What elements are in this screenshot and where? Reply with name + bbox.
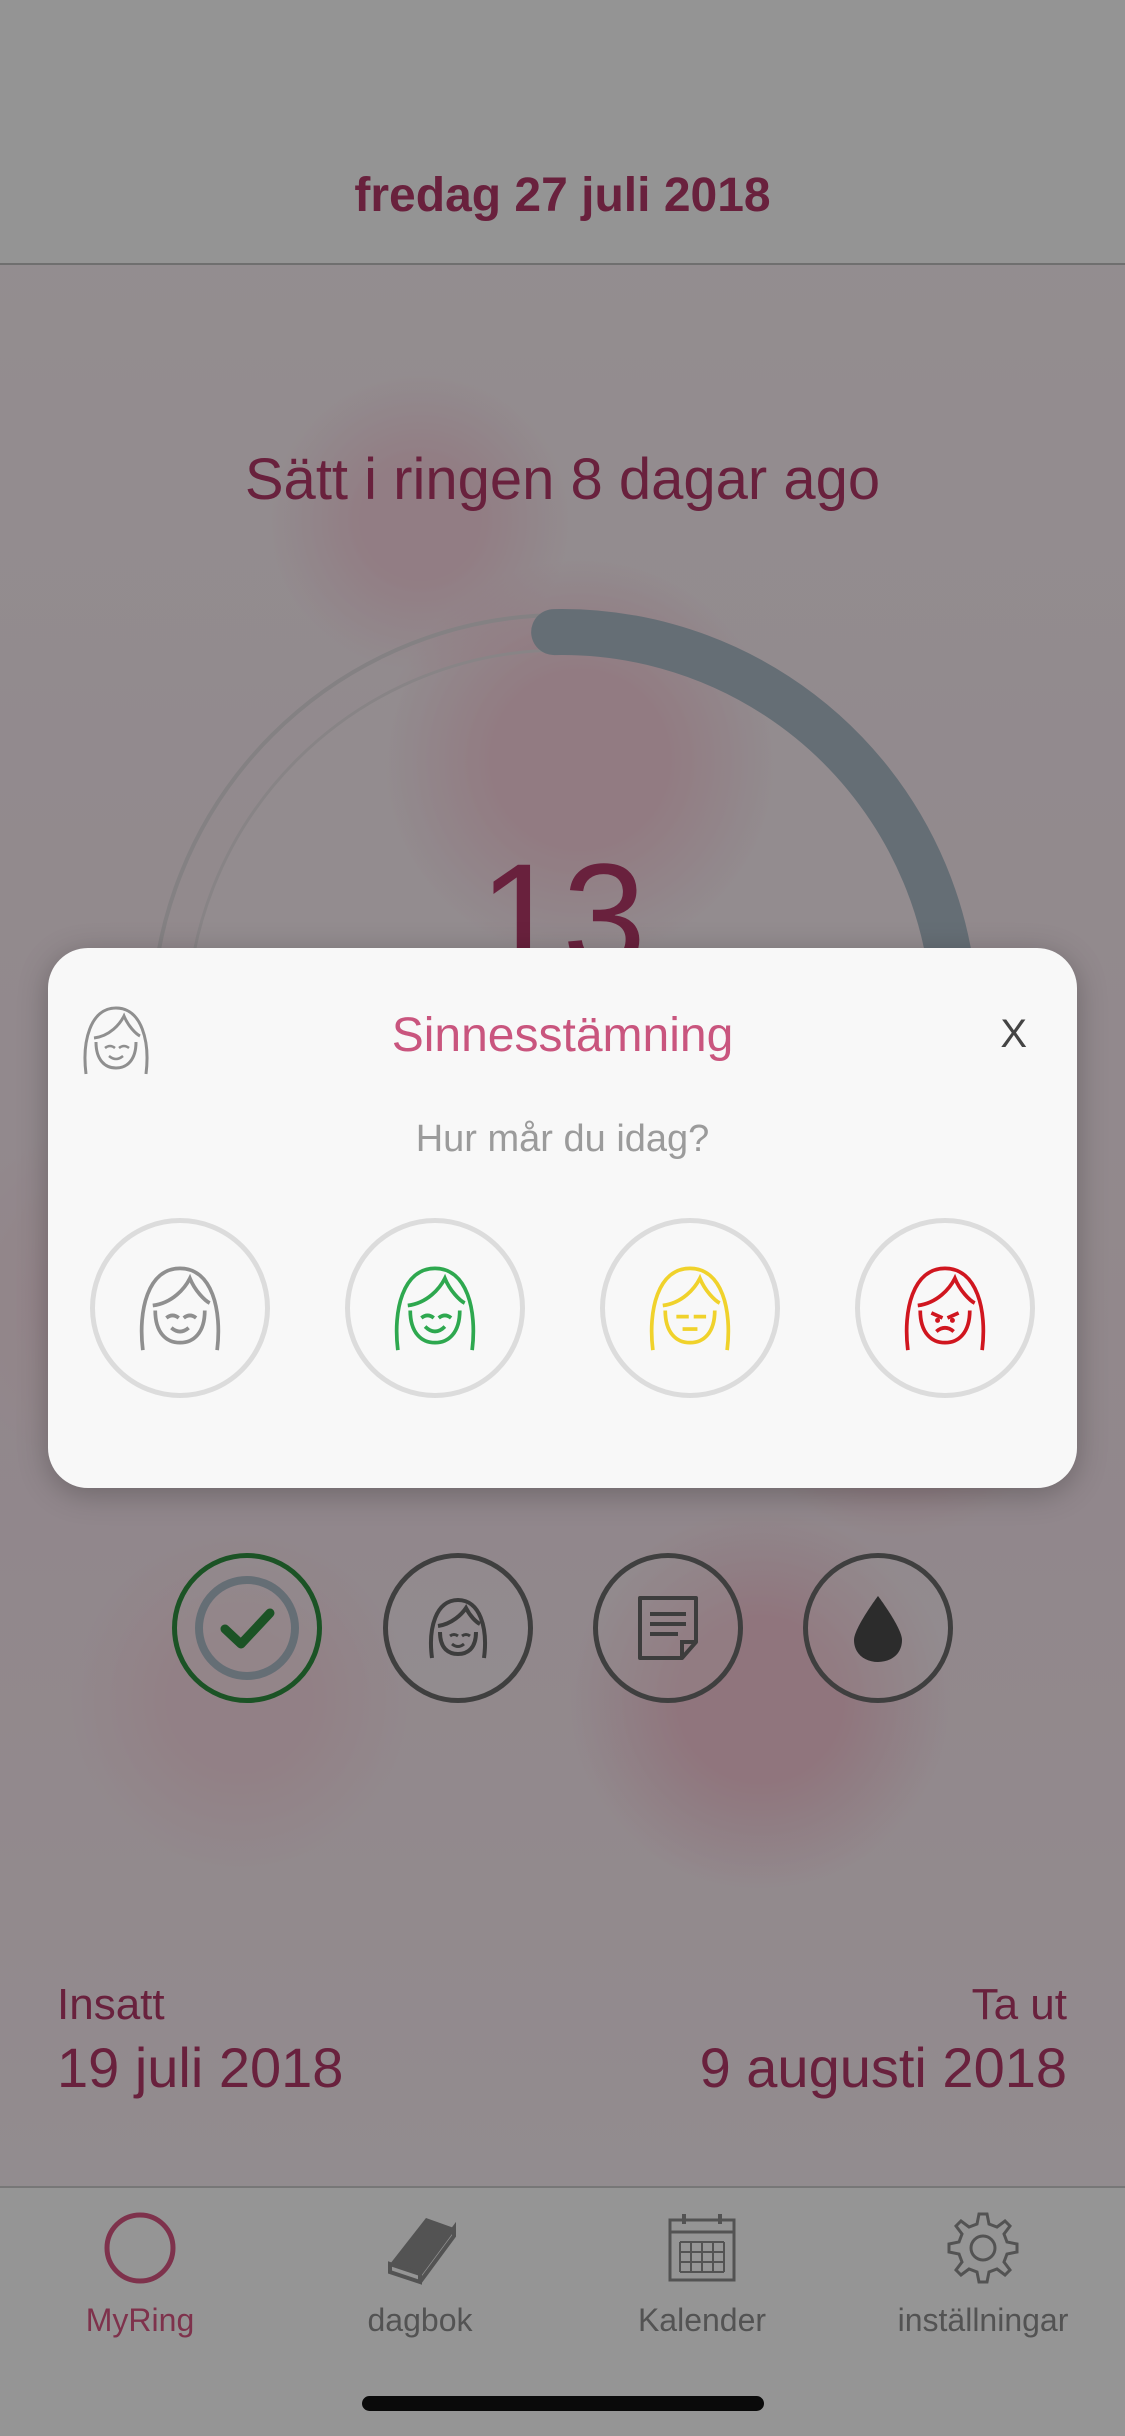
mood-option-sad[interactable] (855, 1218, 1035, 1398)
mood-option-meh[interactable] (600, 1218, 780, 1398)
mood-dialog: Sinnesstämning X Hur mår du idag? (48, 948, 1077, 1488)
dialog-question: Hur mår du idag? (415, 1118, 710, 1160)
mood-option-happy[interactable] (345, 1218, 525, 1398)
close-button[interactable]: X (1000, 1012, 1027, 1057)
sad-face-icon (904, 1266, 986, 1351)
meh-face-icon (649, 1266, 731, 1351)
mood-option-neutral[interactable] (90, 1218, 270, 1398)
happy-face-icon (394, 1266, 476, 1351)
neutral-face-icon (139, 1266, 221, 1351)
dialog-title: Sinnesstämning (391, 1009, 734, 1062)
